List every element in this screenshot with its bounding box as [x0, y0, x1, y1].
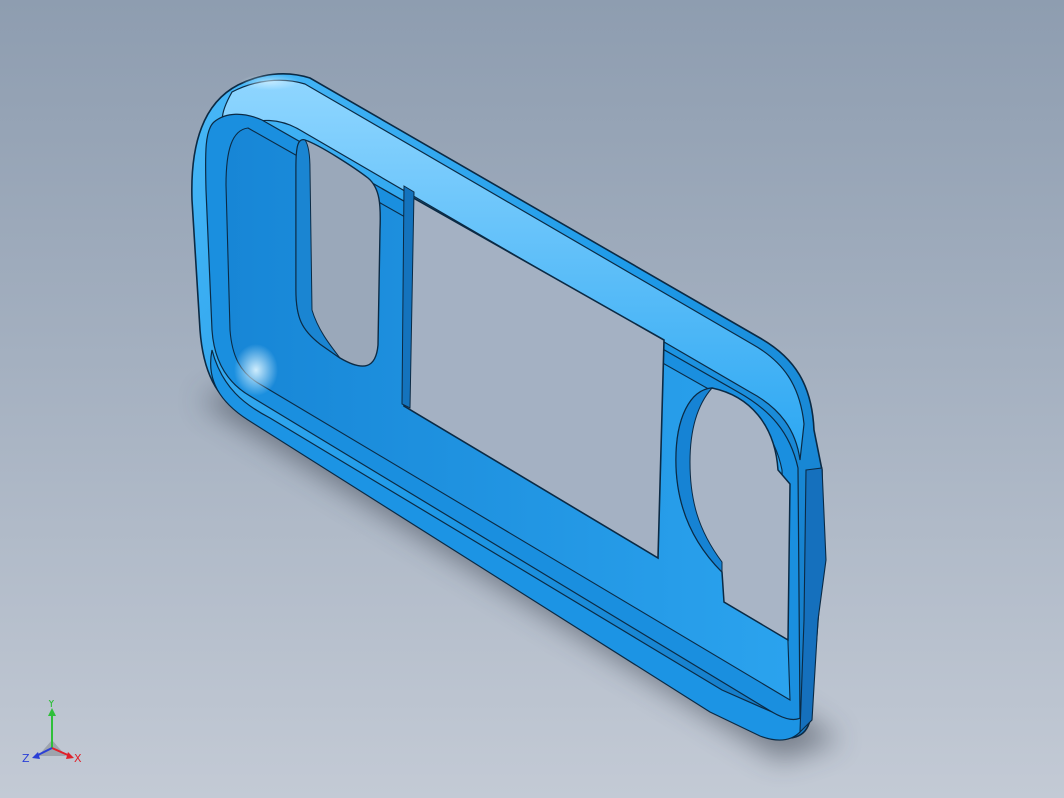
z-axis-arrow-icon	[32, 752, 40, 759]
axis-triad: Y X Z	[22, 700, 82, 765]
graphics-viewport[interactable]: Y X Z	[0, 0, 1064, 798]
x-axis-arrow-icon	[66, 752, 74, 759]
specular-highlight-top	[240, 74, 300, 90]
x-axis-label: X	[74, 752, 82, 765]
y-axis-label: Y	[47, 700, 55, 710]
z-axis-label: Z	[22, 752, 30, 765]
specular-highlight	[234, 344, 278, 396]
model-view[interactable]	[0, 0, 1064, 798]
